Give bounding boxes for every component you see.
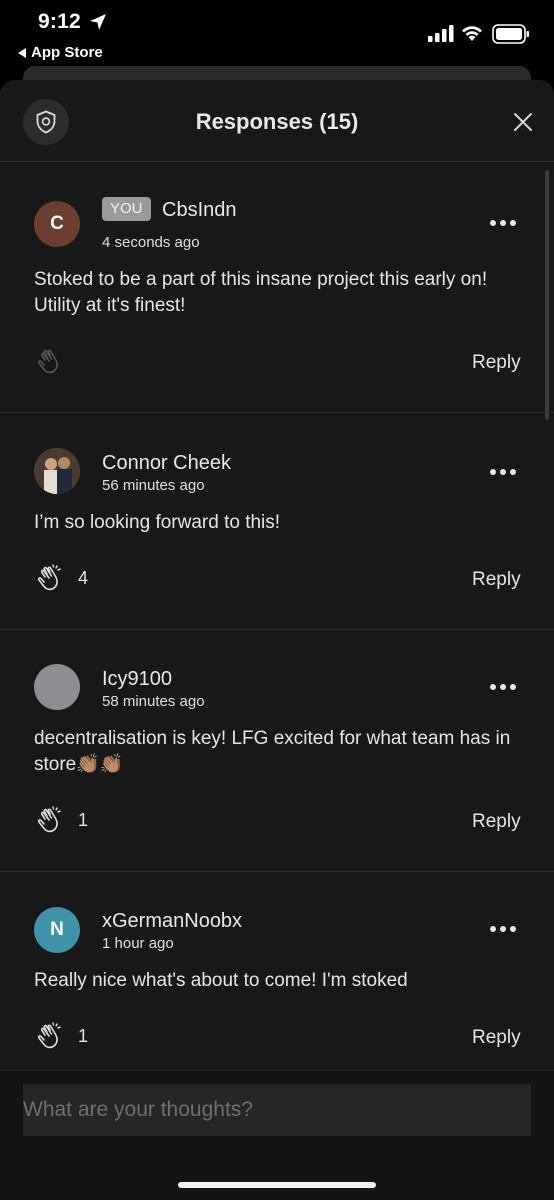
author-name[interactable]: CbsIndn bbox=[162, 199, 237, 222]
page-title: Responses (15) bbox=[195, 109, 359, 134]
clap-count: 1 bbox=[78, 810, 89, 830]
more-options-icon[interactable] bbox=[490, 684, 516, 692]
timestamp: 1 hour ago bbox=[102, 935, 174, 952]
timestamp: 56 minutes ago bbox=[102, 477, 205, 494]
response-item: Icy9100 58 minutes ago decentralisation … bbox=[0, 631, 554, 872]
timestamp: 58 minutes ago bbox=[102, 693, 205, 710]
author-name[interactable]: Icy9100 bbox=[102, 668, 172, 691]
reply-button[interactable]: Reply bbox=[472, 569, 521, 591]
reply-button[interactable]: Reply bbox=[472, 352, 521, 374]
author-name[interactable]: xGermanNoobx bbox=[102, 910, 242, 933]
response-input[interactable] bbox=[23, 1084, 531, 1136]
back-triangle-icon bbox=[18, 47, 26, 58]
author-name[interactable]: Connor Cheek bbox=[102, 452, 231, 475]
response-item: Connor Cheek 56 minutes ago I’m so looki… bbox=[0, 414, 554, 630]
clap-count: 1 bbox=[78, 1026, 89, 1046]
battery-icon bbox=[492, 24, 529, 44]
sheet-header: Responses (15) bbox=[0, 80, 554, 162]
avatar[interactable] bbox=[34, 664, 80, 710]
clap-icon[interactable] bbox=[36, 563, 66, 593]
response-text: Stoked to be a part of this insane proje… bbox=[34, 269, 488, 316]
responses-sheet: Responses (15) C YOU CbsIndn 4 seconds a… bbox=[0, 80, 554, 1200]
response-composer bbox=[0, 1070, 554, 1200]
timestamp: 4 seconds ago bbox=[102, 234, 200, 251]
more-options-icon[interactable] bbox=[490, 220, 516, 228]
status-time: 9:12 bbox=[38, 10, 81, 33]
more-options-icon[interactable] bbox=[490, 926, 516, 934]
cellular-signal-icon bbox=[428, 25, 454, 42]
clap-icon[interactable] bbox=[36, 1021, 66, 1051]
clap-icon[interactable] bbox=[36, 805, 66, 835]
response-item: N xGermanNoobx 1 hour ago Really nice wh… bbox=[0, 873, 554, 1073]
clap-count: 4 bbox=[78, 568, 89, 588]
reply-button[interactable]: Reply bbox=[472, 1027, 521, 1049]
avatar[interactable] bbox=[34, 448, 80, 494]
response-text: decentralisation is key! LFG excited for… bbox=[34, 728, 511, 775]
you-badge: YOU bbox=[102, 197, 151, 221]
more-options-icon[interactable] bbox=[490, 469, 516, 477]
avatar[interactable]: N bbox=[34, 907, 80, 953]
home-indicator[interactable] bbox=[178, 1182, 376, 1188]
reply-button[interactable]: Reply bbox=[472, 811, 521, 833]
clap-icon[interactable] bbox=[36, 346, 66, 376]
wifi-icon bbox=[462, 26, 482, 41]
close-icon[interactable] bbox=[511, 110, 535, 134]
back-to-app-store[interactable]: App Store bbox=[18, 44, 103, 61]
response-item: C YOU CbsIndn 4 seconds ago Stoked to be… bbox=[0, 163, 554, 413]
location-arrow-icon bbox=[90, 14, 106, 30]
avatar[interactable]: C bbox=[34, 201, 80, 247]
status-bar: 9:12 App Store bbox=[0, 0, 554, 66]
back-app-label: App Store bbox=[31, 44, 103, 61]
response-text: Really nice what's about to come! I'm st… bbox=[34, 970, 408, 991]
response-text: I’m so looking forward to this! bbox=[34, 512, 281, 533]
avatar-photo-icon bbox=[34, 448, 80, 494]
